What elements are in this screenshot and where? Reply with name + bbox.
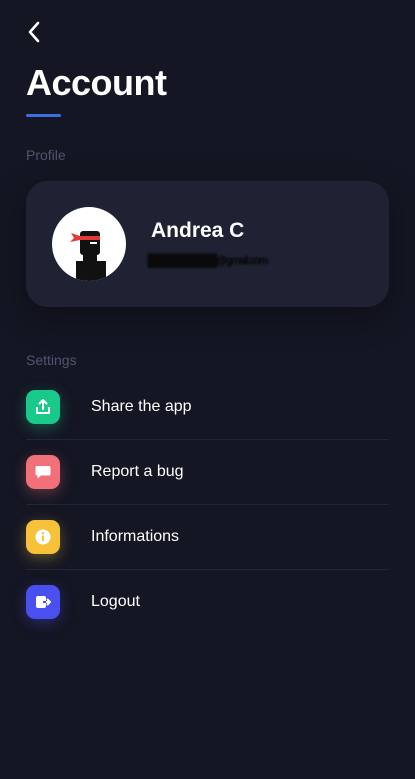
profile-card[interactable]: Andrea C ██████████@gmail.com [26,181,389,307]
settings-list: Share the app Report a bug Informations [26,375,389,634]
settings-item-label: Logout [91,593,140,610]
settings-item-informations[interactable]: Informations [26,505,389,570]
chat-bubble-icon [26,455,60,489]
profile-email: ██████████@gmail.com [148,255,268,267]
title-underline [26,114,61,117]
settings-item-share[interactable]: Share the app [26,375,389,440]
profile-section-label: Profile [26,147,66,163]
account-screen: Account Profile Andrea C ██████████@gmai… [0,0,415,779]
settings-section-label: Settings [26,352,77,368]
avatar [52,207,126,281]
info-icon [26,520,60,554]
profile-name: Andrea C [151,219,245,242]
page-title: Account [26,62,167,103]
settings-item-label: Report a bug [91,463,184,480]
logout-icon [26,585,60,619]
settings-item-logout[interactable]: Logout [26,570,389,634]
settings-item-label: Share the app [91,398,192,415]
share-icon [26,390,60,424]
settings-item-report-bug[interactable]: Report a bug [26,440,389,505]
back-button[interactable] [22,18,46,46]
chevron-left-icon [28,21,40,43]
ninja-avatar-icon [70,231,106,281]
settings-item-label: Informations [91,528,180,545]
